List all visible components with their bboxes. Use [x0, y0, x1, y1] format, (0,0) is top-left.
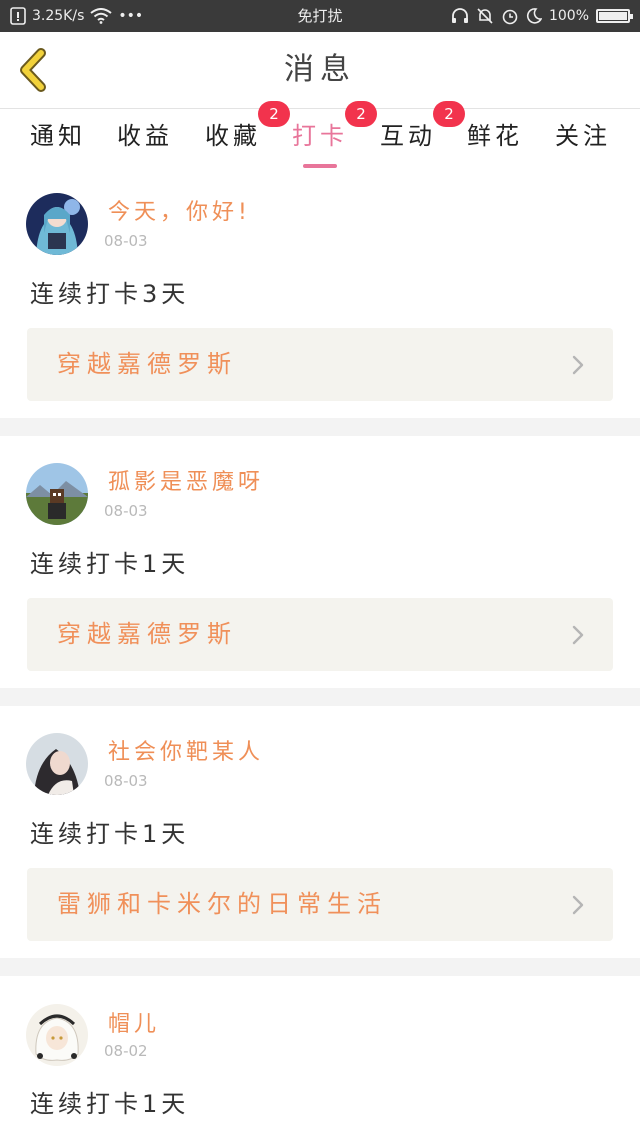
avatar[interactable]: [26, 193, 88, 255]
page-title: 消息: [284, 52, 356, 87]
card-separator: [0, 958, 640, 976]
status-bar: 3.25K/s ••• 免打扰 100%: [0, 0, 640, 32]
card-separator: [0, 688, 640, 706]
checkin-text: 连续打卡3天: [30, 280, 190, 308]
book-link[interactable]: 穿越嘉德罗斯: [27, 328, 613, 401]
tab-label: 通知: [30, 122, 86, 150]
tab-label: 收益: [117, 122, 173, 150]
moon-icon: [526, 8, 542, 24]
username[interactable]: 今天，你好!: [108, 194, 251, 226]
checkin-text: 连续打卡1天: [30, 550, 190, 578]
tab-bar: 通知 收益 收藏 2 打卡 2 互动 2 鲜花 关注: [0, 101, 640, 171]
post-date: 08-03: [104, 502, 148, 520]
checkin-card: 今天，你好! 08-03 连续打卡3天 穿越嘉德罗斯: [0, 172, 640, 418]
tab-label: 打卡: [292, 122, 348, 150]
book-link[interactable]: 雷狮和卡米尔的日常生活: [27, 868, 613, 941]
post-date: 08-03: [104, 232, 148, 250]
checkin-card: 帽儿 08-02 连续打卡1天: [0, 976, 640, 1138]
active-tab-indicator: [303, 164, 337, 168]
book-title: 穿越嘉德罗斯: [57, 620, 237, 648]
avatar[interactable]: [26, 733, 88, 795]
tab-checkin[interactable]: 打卡 2: [280, 101, 377, 171]
header: 消息: [0, 32, 640, 109]
book-link[interactable]: 穿越嘉德罗斯: [27, 598, 613, 671]
chevron-right-icon: [572, 625, 584, 645]
tab-notice[interactable]: 通知: [18, 109, 98, 171]
avatar[interactable]: [26, 463, 88, 525]
username[interactable]: 社会你靶某人: [108, 734, 264, 766]
tab-follow[interactable]: 关注: [543, 109, 623, 171]
post-date: 08-02: [104, 1042, 148, 1060]
book-title: 雷狮和卡米尔的日常生活: [57, 890, 387, 918]
username[interactable]: 帽儿: [108, 1006, 160, 1038]
back-button[interactable]: [14, 48, 58, 92]
tab-label: 关注: [555, 122, 611, 150]
chevron-right-icon: [572, 895, 584, 915]
alarm-icon: [502, 9, 518, 25]
tab-label: 收藏: [205, 122, 261, 150]
headphones-icon: [451, 8, 468, 23]
battery-icon: [596, 9, 633, 23]
checkin-text: 连续打卡1天: [30, 820, 190, 848]
card-separator: [0, 418, 640, 436]
tab-interaction[interactable]: 互动 2: [368, 101, 465, 171]
chevron-right-icon: [572, 355, 584, 375]
checkin-card: 社会你靶某人 08-03 连续打卡1天 雷狮和卡米尔的日常生活: [0, 706, 640, 958]
username[interactable]: 孤影是恶魔呀: [108, 464, 264, 496]
checkin-text: 连续打卡1天: [30, 1090, 190, 1118]
avatar[interactable]: [26, 1004, 88, 1066]
tab-earnings[interactable]: 收益: [105, 109, 185, 171]
checkin-card: 孤影是恶魔呀 08-03 连续打卡1天 穿越嘉德罗斯: [0, 436, 640, 688]
tab-label: 互动: [380, 122, 436, 150]
tab-label: 鲜花: [467, 122, 523, 150]
book-title: 穿越嘉德罗斯: [57, 350, 237, 378]
back-arrow-icon: [20, 48, 46, 92]
post-date: 08-03: [104, 772, 148, 790]
tab-favorites[interactable]: 收藏 2: [193, 101, 290, 171]
mute-bell-icon: [477, 8, 493, 24]
battery-percent: 100%: [548, 8, 589, 24]
tab-flowers[interactable]: 鲜花: [455, 109, 535, 171]
